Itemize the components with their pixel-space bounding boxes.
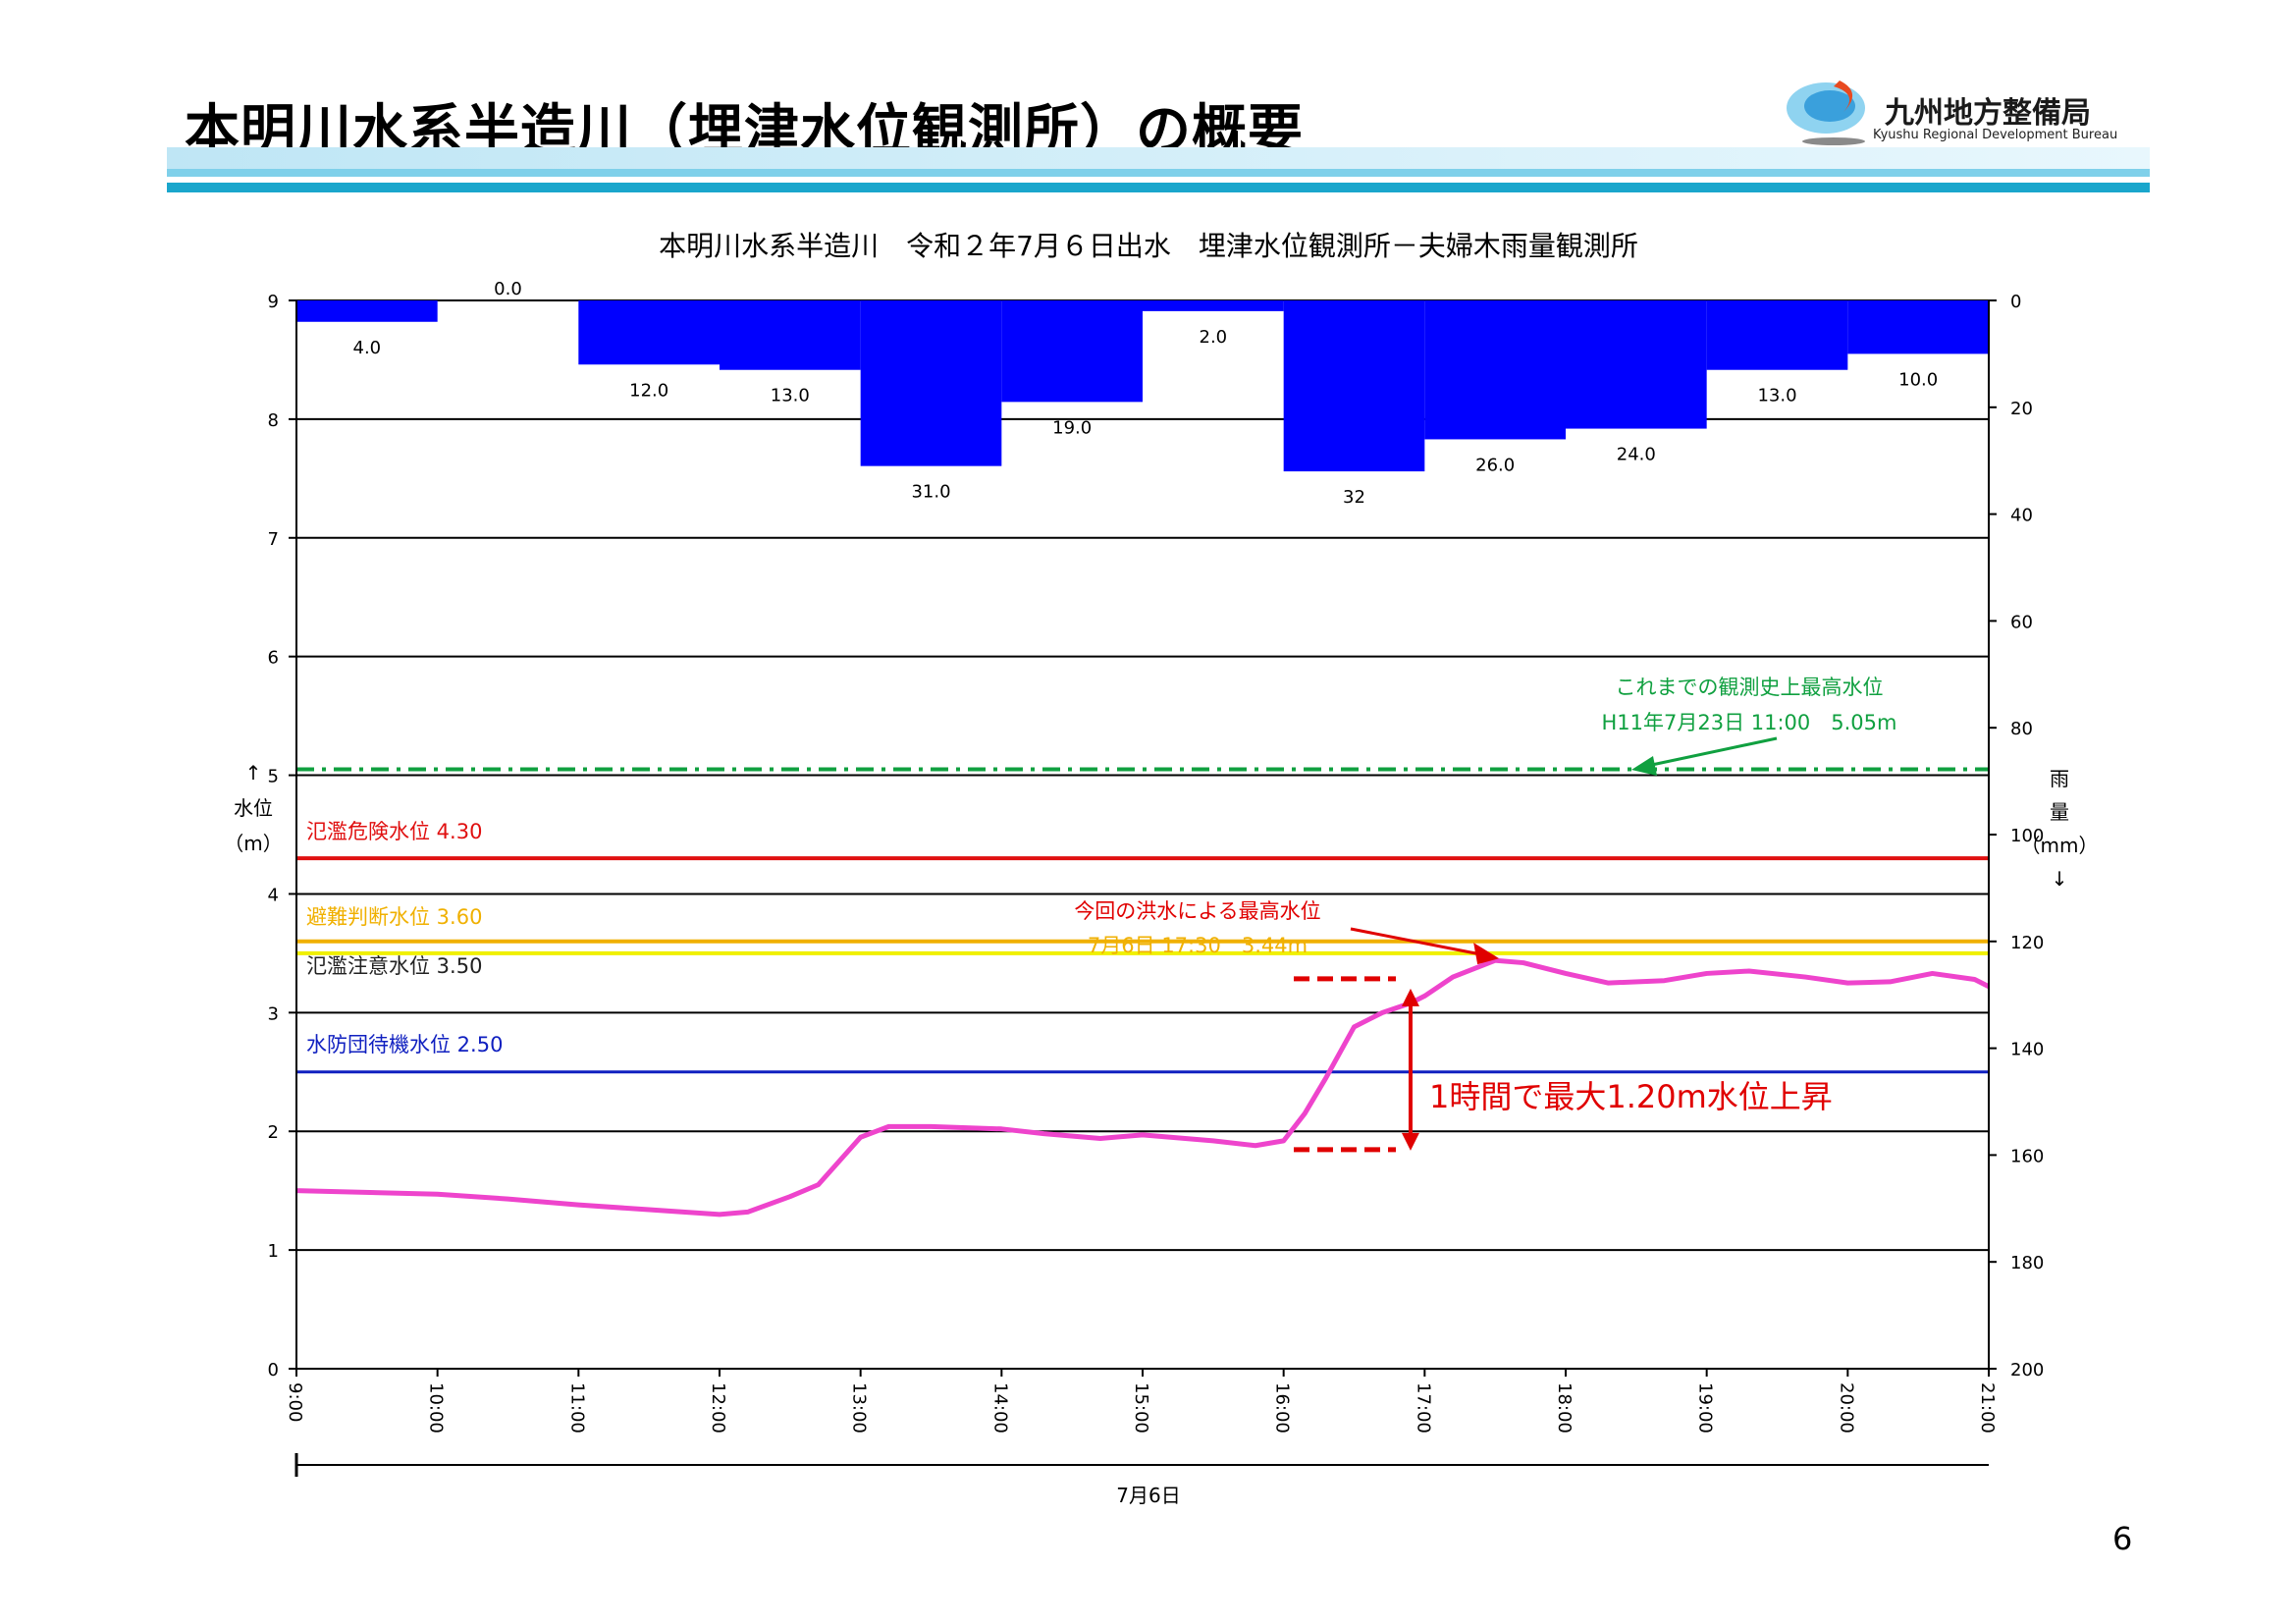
y-right-tick-label: 180 [2010, 1253, 2044, 1273]
rise-arrow-head-down [1401, 1132, 1419, 1151]
rainfall-bar-label: 13.0 [1757, 386, 1796, 406]
x-axis-label: 7月6日 [1116, 1484, 1180, 1507]
y-left-tick-label: 3 [268, 1003, 279, 1024]
y-right-tick-label: 60 [2010, 612, 2033, 632]
x-tick-label: 19:00 [1695, 1382, 1716, 1434]
y-right-tick-label: 140 [2010, 1040, 2044, 1060]
rainfall-bar-label: 19.0 [1052, 417, 1092, 438]
page-number: 6 [2112, 1520, 2133, 1557]
rainfall-bar-label: 26.0 [1475, 455, 1515, 475]
rainfall-bar-label: 10.0 [1898, 369, 1938, 390]
x-tick-label: 11:00 [566, 1382, 587, 1434]
y-right-tick-label: 120 [2010, 933, 2044, 953]
x-tick-label: 12:00 [708, 1382, 728, 1434]
rainfall-bar-label: 0.0 [494, 279, 522, 299]
y-left-arrow: ↑ [245, 761, 262, 785]
y-right-unit: （mm） [2021, 834, 2099, 857]
y-left-tick-label: 7 [268, 529, 279, 550]
y-left-label: 水位 [234, 796, 273, 820]
rainfall-bar-label: 32 [1343, 487, 1365, 508]
y-right-label-2: 量 [2050, 800, 2069, 824]
x-tick-label: 18:00 [1554, 1382, 1575, 1434]
y-left-tick-label: 2 [268, 1122, 279, 1143]
rainfall-bar [578, 300, 720, 365]
y-right-label-1: 雨 [2050, 767, 2069, 790]
rainfall-bar-label: 4.0 [353, 338, 382, 358]
rainfall-bar [860, 300, 1002, 466]
x-tick-label: 10:00 [426, 1382, 447, 1434]
x-tick-label: 17:00 [1413, 1382, 1433, 1434]
rainfall-bar-label: 24.0 [1617, 445, 1656, 465]
threshold-label: 氾濫危険水位 4.30 [306, 820, 482, 843]
rainfall-bar [1424, 300, 1566, 440]
y-left-tick-label: 4 [268, 885, 279, 905]
record-label-line2: H11年7月23日 11:00 5.05m [1601, 711, 1896, 734]
y-right-tick-label: 20 [2010, 399, 2033, 419]
chart-title: 本明川水系半造川 令和２年7月６日出水 埋津水位観測所－夫婦木雨量観測所 [659, 230, 1638, 262]
x-tick-label: 13:00 [849, 1382, 870, 1434]
rainfall-bar [720, 300, 861, 370]
axes: 0123456789 0204060801001201401601802009:0… [268, 292, 2044, 1477]
y-right-tick-label: 160 [2010, 1146, 2044, 1166]
rainfall-bar-label: 31.0 [911, 482, 950, 503]
y-right-tick-label: 80 [2010, 719, 2033, 739]
y-left-tick-label: 9 [268, 292, 279, 312]
x-tick-label: 21:00 [1977, 1382, 1998, 1434]
grid [296, 299, 1989, 1370]
rainfall-bar [1283, 300, 1425, 472]
threshold-label: 水防団待機水位 2.50 [306, 1033, 503, 1056]
y-right-tick-label: 200 [2010, 1360, 2044, 1380]
rainfall-bar [1143, 300, 1284, 311]
y-left-unit: （m） [224, 832, 282, 855]
x-tick-label: 20:00 [1836, 1382, 1856, 1434]
y-left-tick-label: 1 [268, 1241, 279, 1262]
rainfall-bars: 4.0 0.0 12.0 13.0 31.0 19.0 2.0 32 26.0 24.0 13.0 1… [296, 279, 1989, 508]
x-tick-label: 16:00 [1272, 1382, 1293, 1434]
record-arrow-shaft [1646, 736, 1778, 768]
record-arrow-head [1631, 756, 1657, 776]
rainfall-bar-label: 12.0 [629, 380, 668, 401]
x-tick-label: 15:00 [1131, 1382, 1151, 1434]
rainfall-bar-label: 13.0 [771, 386, 810, 406]
x-tick-label: 9:00 [285, 1382, 305, 1422]
peak-label-line2: 7月6日 17:30 3.44m [1088, 934, 1308, 957]
threshold-label: 避難判断水位 3.60 [306, 905, 482, 929]
rainfall-bar [296, 300, 438, 322]
rainfall-bar-label: 2.0 [1200, 327, 1228, 348]
y-left-tick-label: 8 [268, 410, 279, 431]
y-right-tick-label: 40 [2010, 506, 2033, 526]
y-right-tick-label: 0 [2010, 292, 2021, 312]
x-tick-label: 14:00 [989, 1382, 1010, 1434]
threshold-label: 氾濫注意水位 3.50 [306, 954, 482, 978]
rise-label: 1時間で最大1.20m水位上昇 [1429, 1078, 1833, 1115]
rainfall-bar [1706, 300, 1848, 370]
y-left-tick-label: 0 [268, 1360, 279, 1380]
rainfall-bar [1001, 300, 1143, 403]
y-left-tick-label: 5 [268, 767, 279, 787]
rainfall-bar [1847, 300, 1989, 354]
y-left-tick-label: 6 [268, 648, 279, 669]
y-right-arrow: ↓ [2052, 867, 2068, 891]
peak-label-line1: 今回の洪水による最高水位 [1074, 899, 1320, 923]
record-label-line1: これまでの観測史上最高水位 [1616, 676, 1884, 699]
water-level-rainfall-chart: 本明川水系半造川 令和２年7月６日出水 埋津水位観測所－夫婦木雨量観測所 4.0… [224, 230, 2099, 1507]
annotations: これまでの観測史上最高水位 H11年7月23日 11:00 5.05m 氾濫危険水位… [306, 676, 1897, 1153]
rainfall-bar [1566, 300, 1707, 429]
